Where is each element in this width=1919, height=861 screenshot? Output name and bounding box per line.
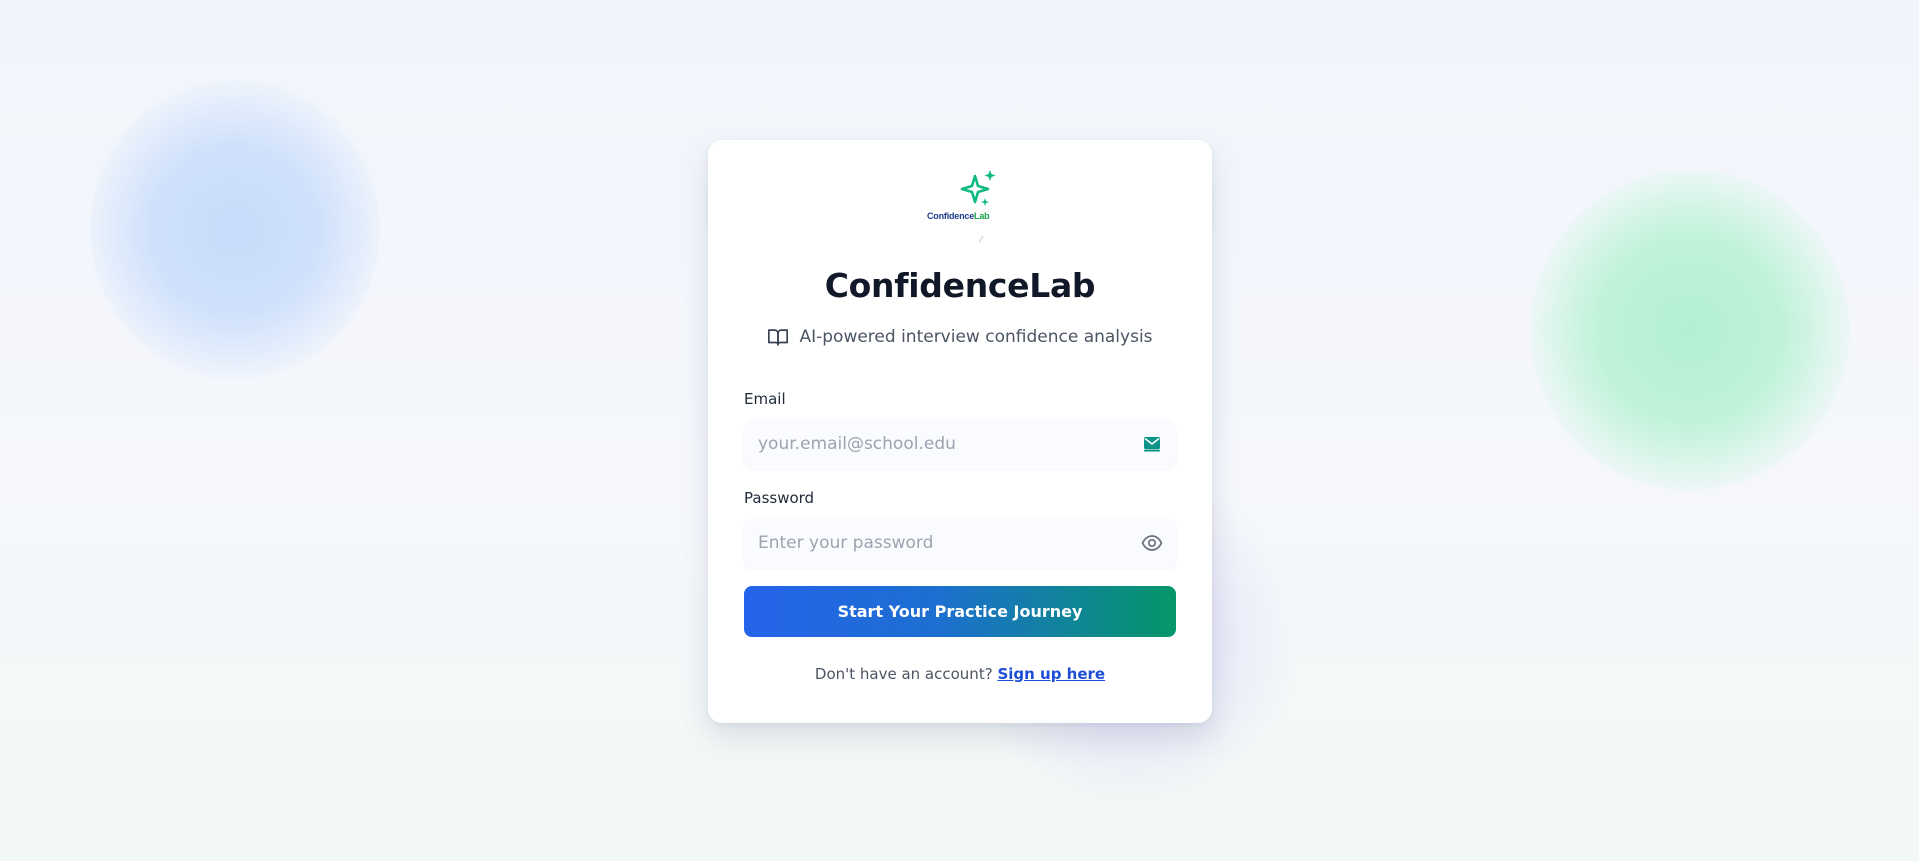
book-open-icon bbox=[768, 329, 789, 346]
signup-prompt: Don't have an account? Sign up here bbox=[708, 665, 1212, 683]
email-field-container bbox=[744, 419, 1176, 469]
submit-button[interactable]: Start Your Practice Journey bbox=[744, 586, 1176, 637]
password-field-container bbox=[744, 518, 1176, 568]
password-input[interactable] bbox=[744, 518, 1176, 568]
logo-wordmark: ConfidenceLab bbox=[927, 211, 990, 221]
brand-logo: ConfidenceLab bbox=[925, 164, 1005, 244]
background-blob-blue bbox=[90, 80, 380, 380]
eye-icon[interactable] bbox=[1141, 532, 1163, 554]
subtitle: AI-powered interview confidence analysis bbox=[799, 327, 1153, 347]
email-label: Email bbox=[744, 390, 786, 408]
background-blob-green bbox=[1530, 170, 1850, 490]
email-input[interactable] bbox=[744, 419, 1176, 469]
login-card: ConfidenceLab ConfidenceLab AI-powered i… bbox=[708, 140, 1212, 723]
signup-link[interactable]: Sign up here bbox=[997, 665, 1105, 683]
signup-prompt-text: Don't have an account? bbox=[814, 665, 993, 683]
sparkles-icon bbox=[960, 170, 996, 243]
password-label: Password bbox=[744, 489, 815, 507]
mail-icon bbox=[1144, 437, 1160, 452]
subtitle-row: AI-powered interview confidence analysis bbox=[708, 326, 1212, 348]
page-title: ConfidenceLab bbox=[824, 266, 1096, 305]
